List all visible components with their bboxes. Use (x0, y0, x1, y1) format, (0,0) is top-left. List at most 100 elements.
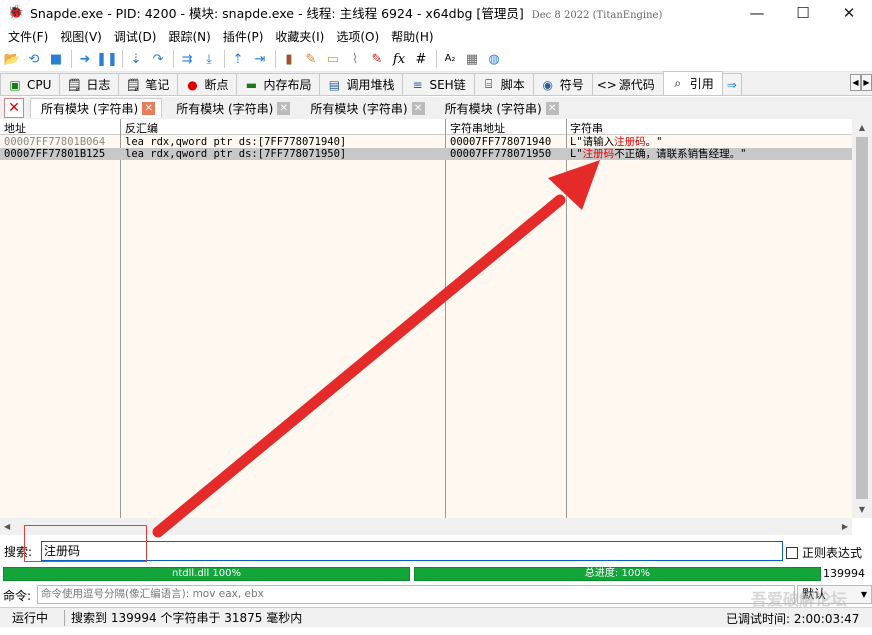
restart-icon[interactable]: ⟲ (25, 50, 43, 68)
script-icon[interactable]: ▮ (280, 50, 298, 68)
references-icon: ⌕ (674, 76, 682, 90)
hash-icon[interactable]: # (412, 50, 430, 68)
status-message: 搜索到 139994 个字符串于 31875 毫秒内 (71, 611, 303, 625)
tab-cpu[interactable]: ▣ CPU (0, 73, 61, 95)
tab-all-modules-strings-4[interactable]: 所有模块 (字符串) ✕ (435, 98, 565, 118)
row-string-address: 00007FF778071940 (450, 136, 552, 148)
menu-plugins[interactable]: 插件(P) (217, 28, 270, 45)
scroll-thumb[interactable] (856, 137, 868, 499)
source-icon: <> (596, 77, 617, 92)
tab-scroll: ◀ ▶ (850, 74, 872, 91)
tab-scroll-left-icon[interactable]: ◀ (850, 74, 861, 91)
close-tab-icon[interactable]: ✕ (411, 101, 425, 115)
run-to-user-code-icon[interactable]: ⇥ (251, 50, 269, 68)
menu-favourites[interactable]: 收藏夹(I) (269, 28, 330, 45)
regex-label: 正则表达式 (802, 546, 863, 560)
notes-icon: 🗒 (125, 77, 142, 92)
tab-next-icon[interactable]: ⇒ (721, 73, 742, 95)
tab-references[interactable]: ⌕ 引用 (662, 71, 723, 95)
calculator-icon[interactable]: ▦ (463, 50, 481, 68)
tab-notes[interactable]: 🗒 笔记 (118, 73, 179, 95)
tab-memory-map[interactable]: ▬ 内存布局 (236, 73, 321, 95)
log-icon: 🗒 (66, 77, 83, 92)
bookmarks-icon[interactable]: ✎ (368, 50, 386, 68)
tab-all-modules-strings-1[interactable]: 所有模块 (字符串) ✕ (30, 98, 163, 118)
scroll-left-icon[interactable]: ◀ (4, 522, 10, 531)
tab-scroll-right-icon[interactable]: ▶ (861, 74, 872, 91)
step-over-icon[interactable]: ↷ (149, 50, 167, 68)
minimize-button[interactable]: — (734, 0, 780, 25)
symbol-icon: ◉ (542, 77, 553, 92)
row-disassembly: lea rdx,qword ptr ds:[7FF778071940] (125, 136, 347, 148)
status-bar: 运行中 搜索到 139994 个字符串于 31875 毫秒内 已调试时间: 2:… (0, 607, 872, 627)
table-row[interactable]: 00007FF77801B125 lea rdx,qword ptr ds:[7… (0, 148, 852, 160)
menu-options[interactable]: 选项(O) (330, 28, 385, 45)
execute-till-return-icon[interactable]: ⇡ (229, 50, 247, 68)
close-tab-icon[interactable]: ✕ (142, 102, 156, 115)
watermark: 吾爱破解论坛 (751, 590, 848, 609)
trace-into-icon[interactable]: ⇉ (178, 50, 196, 68)
patch-icon[interactable]: ✎ (302, 50, 320, 68)
tab-source[interactable]: <> 源代码 (591, 73, 664, 95)
menu-help[interactable]: 帮助(H) (385, 28, 439, 45)
command-input[interactable]: 命令使用逗号分隔(像汇编语言): mov eax, ebx (37, 585, 795, 604)
module-progress-bar: ntdll.dll 100% (3, 567, 410, 581)
result-count: 139994 (823, 567, 865, 580)
column-header-address[interactable]: 地址 (4, 120, 26, 136)
toolbar: 📂 ⟲ ■ ➜ ❚❚ ⇣ ↷ ⇉ ⤓ ⇡ ⇥ ▮ ✎ ▭ ⌇ ✎ fx # A₂… (0, 47, 872, 72)
tab-call-stack[interactable]: ▤ 调用堆栈 (319, 73, 404, 95)
comments-icon[interactable]: ▭ (324, 50, 342, 68)
cpu-icon: ▣ (9, 77, 21, 92)
script-icon: ⌸ (485, 77, 493, 91)
close-tab-icon[interactable]: ✕ (277, 101, 291, 115)
vertical-scrollbar[interactable]: ▲ ▼ (852, 119, 872, 518)
step-into-icon[interactable]: ⇣ (127, 50, 145, 68)
trace-over-icon[interactable]: ⤓ (200, 50, 218, 68)
tab-all-modules-strings-2[interactable]: 所有模块 (字符串) ✕ (166, 98, 296, 118)
menu-file[interactable]: 文件(F) (2, 28, 54, 45)
close-tab-icon[interactable]: ✕ (545, 101, 559, 115)
references-table[interactable]: 地址 反汇编 字符串地址 字符串 00007FF77801B064 lea rd… (0, 119, 852, 518)
command-row: 命令: 命令使用逗号分隔(像汇编语言): mov eax, ebx 默认 ▼ (0, 585, 872, 605)
open-icon[interactable]: 📂 (3, 50, 21, 68)
elapsed-time: 已调试时间: 2:00:03:47 (726, 612, 860, 626)
column-header-disassembly[interactable]: 反汇编 (125, 120, 158, 136)
close-all-tabs-icon[interactable]: ✕ (4, 98, 24, 118)
run-icon[interactable]: ➜ (76, 50, 94, 68)
tab-log[interactable]: 🗒 日志 (59, 73, 120, 95)
memory-icon: ▬ (245, 77, 258, 92)
command-label: 命令: (3, 589, 32, 603)
menu-debug[interactable]: 调试(D) (108, 28, 163, 45)
tab-breakpoints[interactable]: ● 断点 (177, 73, 238, 95)
scroll-up-icon[interactable]: ▲ (852, 119, 872, 136)
tab-script[interactable]: ⌸ 脚本 (473, 73, 534, 95)
scroll-right-icon[interactable]: ▶ (842, 522, 848, 531)
menu-view[interactable]: 视图(V) (54, 28, 108, 45)
tab-seh-chain[interactable]: ≡ SEH链 (402, 73, 475, 95)
row-string: L"注册码不正确，请联系销售经理。" (570, 148, 747, 160)
regex-option[interactable]: 正则表达式 (786, 544, 862, 561)
tab-all-modules-strings-3[interactable]: 所有模块 (字符串) ✕ (300, 98, 430, 118)
regex-checkbox[interactable] (786, 546, 798, 559)
column-header-string[interactable]: 字符串 (570, 120, 603, 136)
tab-symbols[interactable]: ◉ 符号 (532, 73, 593, 95)
strings-icon[interactable]: A₂ (441, 50, 459, 68)
search-input[interactable]: 注册码 (41, 541, 783, 561)
menu-trace[interactable]: 跟踪(N) (162, 28, 216, 45)
globe-icon[interactable]: ◍ (485, 50, 503, 68)
row-address: 00007FF77801B064 (4, 136, 106, 148)
table-row[interactable]: 00007FF77801B064 lea rdx,qword ptr ds:[7… (0, 136, 852, 148)
debug-state: 运行中 (12, 611, 49, 625)
close-button[interactable]: ✕ (826, 0, 872, 25)
column-header-string-address[interactable]: 字符串地址 (450, 120, 505, 136)
title-bar: 🐞 Snapde.exe - PID: 4200 - 模块: snapde.ex… (0, 0, 872, 25)
pause-icon[interactable]: ❚❚ (96, 50, 118, 68)
stop-icon[interactable]: ■ (47, 50, 65, 68)
maximize-button[interactable]: ☐ (780, 0, 826, 25)
table-header: 地址 反汇编 字符串地址 字符串 (0, 119, 852, 135)
bug-icon: 🐞 (7, 5, 25, 20)
functions-icon[interactable]: fx (390, 50, 408, 68)
scroll-down-icon[interactable]: ▼ (852, 501, 872, 518)
seh-icon: ≡ (412, 77, 423, 92)
labels-icon[interactable]: ⌇ (346, 50, 364, 68)
